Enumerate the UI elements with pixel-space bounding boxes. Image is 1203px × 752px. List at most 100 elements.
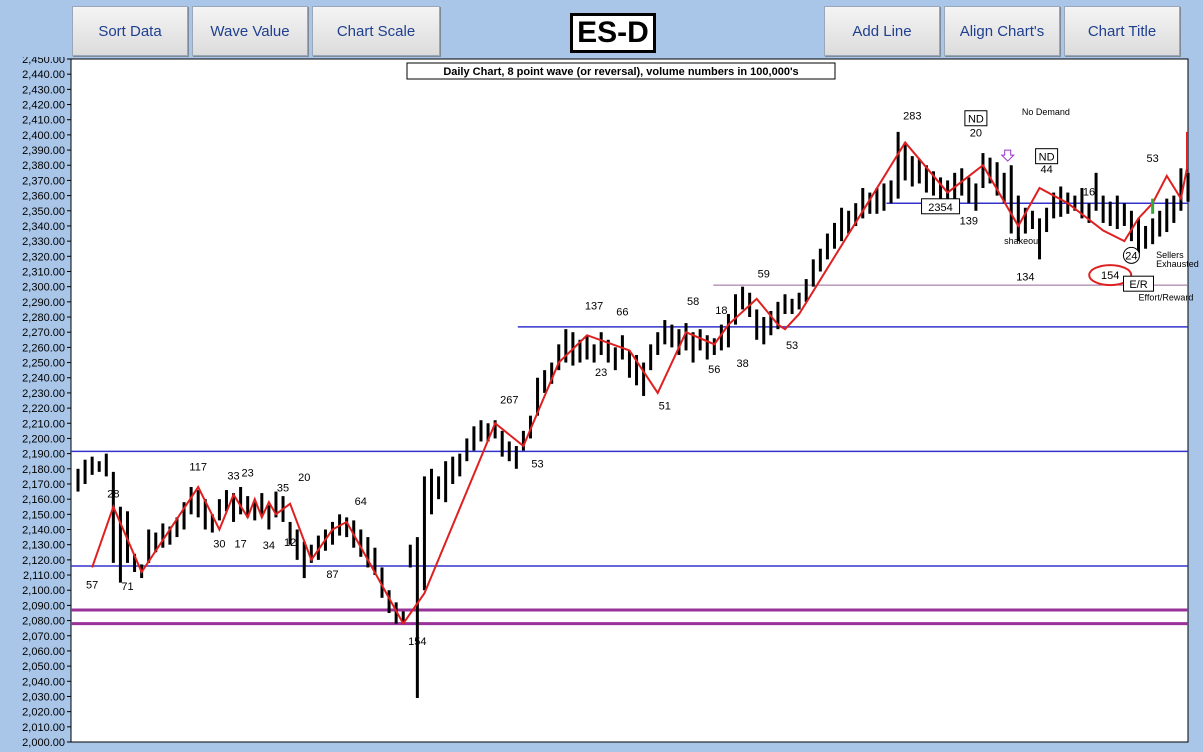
wave-value-button[interactable]: Wave Value	[192, 6, 308, 56]
y-tick-label: 2,420.00	[22, 100, 65, 112]
y-tick-label: 2,160.00	[22, 494, 65, 506]
y-tick-label: 2,010.00	[22, 722, 65, 734]
y-tick-label: 2,430.00	[22, 84, 65, 96]
y-tick-label: 2,240.00	[22, 373, 65, 385]
wave-volume-label: 64	[355, 496, 367, 508]
y-tick-label: 2,000.00	[22, 737, 65, 749]
wave-volume-label: 44	[1040, 164, 1052, 176]
y-tick-label: 2,050.00	[22, 661, 65, 673]
y-tick-label: 2,030.00	[22, 691, 65, 703]
wave-volume-label: 51	[659, 401, 671, 413]
annotation-text: ND	[1039, 152, 1055, 164]
y-tick-label: 2,250.00	[22, 358, 65, 370]
price-chart: 2,000.00 2,010.00 2,020.00 2,030.00 2,040.00…	[22, 57, 1199, 749]
annotation-text: shakeout	[1004, 236, 1041, 246]
wave-volume-label: 35	[277, 483, 289, 495]
wave-volume-label: 38	[736, 358, 748, 370]
wave-volume-label: 28	[107, 489, 119, 501]
wave-volume-label: 154	[408, 636, 426, 648]
y-tick-label: 2,040.00	[22, 676, 65, 688]
y-tick-label: 2,310.00	[22, 266, 65, 278]
y-tick-label: 2,330.00	[22, 236, 65, 248]
wave-volume-label: 267	[500, 395, 518, 407]
symbol-logo: ES-D	[570, 13, 656, 53]
wave-volume-label: 23	[595, 367, 607, 379]
wave-volume-label: 87	[326, 569, 338, 581]
y-tick-label: 2,090.00	[22, 600, 65, 612]
chart-title-button[interactable]: Chart Title	[1064, 6, 1180, 56]
y-tick-label: 2,060.00	[22, 646, 65, 658]
sort-data-button[interactable]: Sort Data	[72, 6, 188, 56]
wave-volume-label: 20	[970, 127, 982, 139]
wave-volume-label: 117	[189, 461, 207, 473]
y-tick-label: 2,200.00	[22, 433, 65, 445]
wave-volume-label: 283	[903, 111, 921, 123]
wave-volume-label: 16	[1083, 187, 1095, 199]
annotation-text: 154	[1101, 270, 1119, 282]
annotation-text: No Demand	[1022, 107, 1070, 117]
y-tick-label: 2,170.00	[22, 479, 65, 491]
y-tick-label: 2,130.00	[22, 540, 65, 552]
y-tick-label: 2,080.00	[22, 616, 65, 628]
y-tick-label: 2,360.00	[22, 191, 65, 203]
wave-volume-label: 12	[284, 537, 296, 549]
y-tick-label: 2,230.00	[22, 388, 65, 400]
wave-volume-label: 33	[227, 470, 239, 482]
y-axis: 2,000.00 2,010.00 2,020.00 2,030.00 2,040.00…	[22, 57, 71, 749]
y-tick-label: 2,100.00	[22, 585, 65, 597]
align-charts-button[interactable]: Align Chart's	[944, 6, 1060, 56]
y-tick-label: 2,390.00	[22, 145, 65, 157]
y-tick-label: 2,190.00	[22, 449, 65, 461]
wave-volume-label: 23	[242, 467, 254, 479]
annotation-text: 2354	[928, 202, 952, 214]
annotation-text: ND	[968, 114, 984, 126]
wave-volume-label: 17	[234, 539, 246, 551]
wave-volume-label: 34	[263, 540, 275, 552]
y-tick-label: 2,400.00	[22, 130, 65, 142]
wave-volume-label: 66	[616, 307, 628, 319]
y-tick-label: 2,340.00	[22, 221, 65, 233]
wave-volume-label: 137	[585, 300, 603, 312]
y-tick-label: 2,260.00	[22, 342, 65, 354]
add-line-button[interactable]: Add Line	[824, 6, 940, 56]
y-tick-label: 2,110.00	[23, 570, 65, 582]
y-tick-label: 2,120.00	[22, 555, 65, 567]
wave-volume-label: 20	[298, 472, 310, 484]
y-tick-label: 2,370.00	[22, 175, 65, 187]
chart-scale-button[interactable]: Chart Scale	[312, 6, 440, 56]
y-tick-label: 2,020.00	[22, 707, 65, 719]
wave-volume-label: 134	[1016, 272, 1034, 284]
y-tick-label: 2,350.00	[22, 206, 65, 218]
wave-volume-label: 53	[531, 458, 543, 470]
y-tick-label: 2,290.00	[22, 297, 65, 309]
annotation-text: E/R	[1129, 279, 1147, 291]
y-tick-label: 2,450.00	[22, 57, 65, 66]
y-tick-label: 2,270.00	[22, 327, 65, 339]
y-tick-label: 2,280.00	[22, 312, 65, 324]
y-tick-label: 2,300.00	[22, 282, 65, 294]
y-tick-label: 2,070.00	[22, 631, 65, 643]
y-tick-label: 2,440.00	[22, 69, 65, 81]
y-tick-label: 2,220.00	[22, 403, 65, 415]
y-tick-label: 2,140.00	[22, 525, 65, 537]
annotation-text: Effort/Reward	[1139, 292, 1194, 302]
wave-volume-label: 139	[960, 215, 978, 227]
annotation-text: Exhausted	[1156, 259, 1199, 269]
wave-volume-label: 59	[758, 269, 770, 281]
y-tick-label: 2,380.00	[22, 160, 65, 172]
wave-volume-label: 71	[121, 581, 133, 593]
y-tick-label: 2,180.00	[22, 464, 65, 476]
wave-volume-label: 58	[687, 296, 699, 308]
wave-volume-label: 56	[708, 364, 720, 376]
wave-volume-label: 57	[86, 580, 98, 592]
y-tick-label: 2,150.00	[22, 509, 65, 521]
annotation-text: 24	[1125, 250, 1137, 262]
y-tick-label: 2,410.00	[22, 115, 65, 127]
wave-volume-label: 30	[213, 539, 225, 551]
wave-volume-label: 18	[715, 305, 727, 317]
y-tick-label: 2,320.00	[22, 251, 65, 263]
y-tick-label: 2,210.00	[22, 418, 65, 430]
chart-title: Daily Chart, 8 point wave (or reversal),…	[443, 66, 798, 78]
wave-volume-label: 53	[1147, 153, 1159, 165]
plot-area	[70, 58, 1189, 743]
